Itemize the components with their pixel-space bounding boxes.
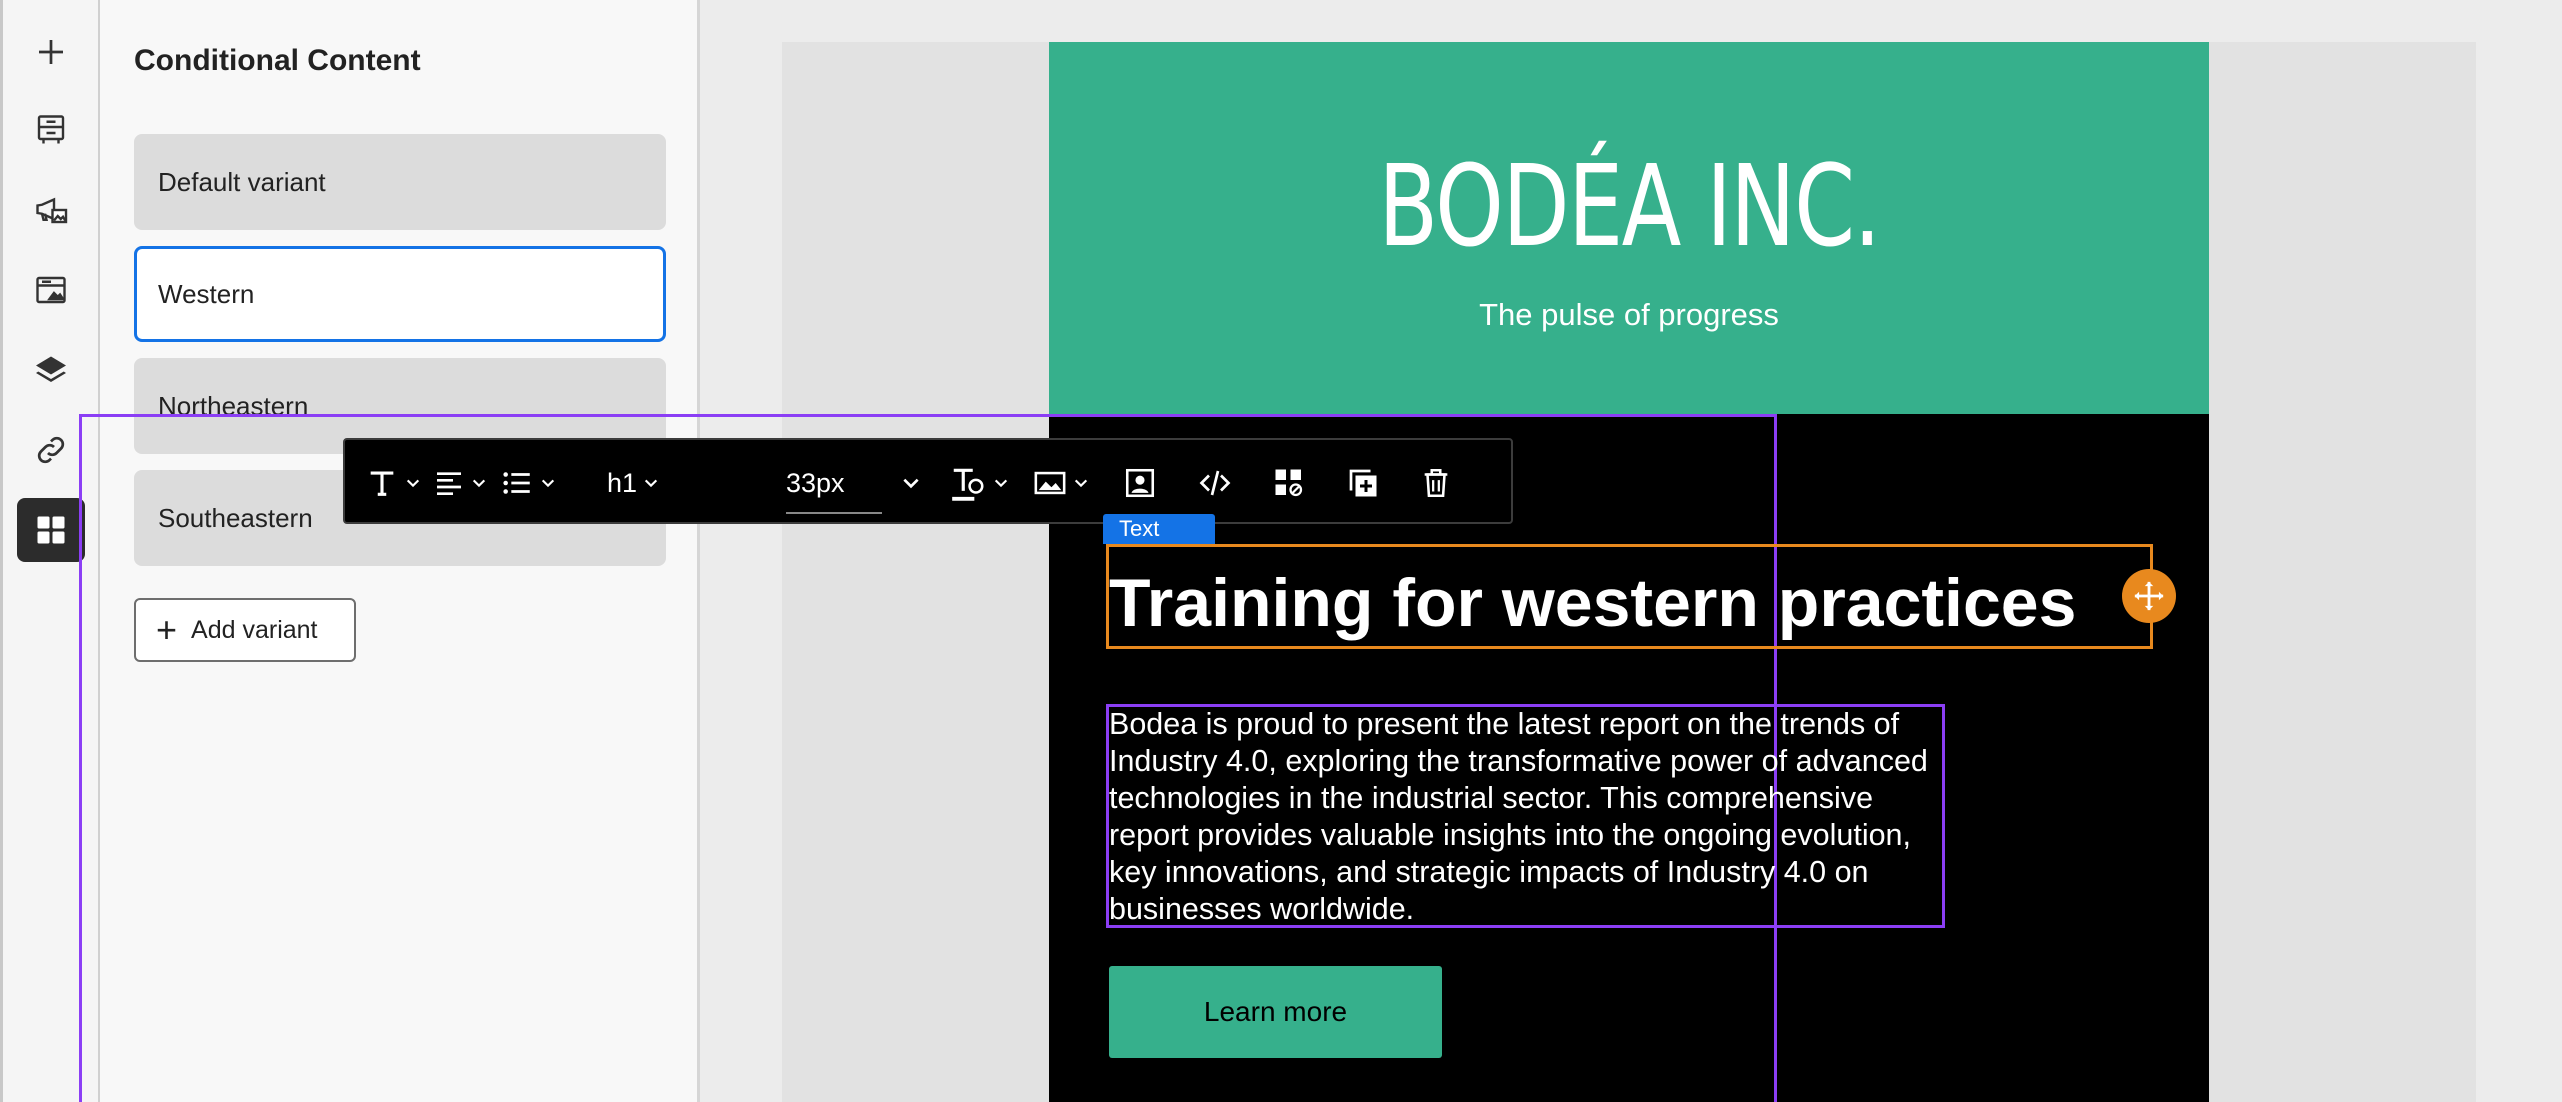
learn-more-button[interactable]: Learn more — [1109, 966, 1442, 1058]
chevron-down-icon — [1074, 479, 1088, 488]
chevron-down-icon — [994, 479, 1008, 488]
align-left-icon — [437, 472, 461, 495]
structure-icon[interactable] — [17, 98, 85, 162]
add-icon[interactable] — [17, 20, 85, 84]
panel-title: Conditional Content — [134, 44, 421, 77]
personalization-icon — [1125, 468, 1155, 498]
component-type-badge: Text — [1103, 514, 1215, 544]
email-body-text[interactable]: Bodea is proud to present the latest rep… — [1109, 706, 1944, 928]
text-style-dropdown[interactable] — [365, 440, 421, 526]
chevron-down-icon — [644, 479, 658, 488]
list-icon — [503, 472, 530, 494]
conditional-content-button[interactable] — [1271, 440, 1307, 526]
trash-icon — [1424, 468, 1448, 498]
delete-button[interactable] — [1419, 440, 1453, 526]
font-size-dropdown[interactable] — [901, 440, 921, 526]
font-size-underline — [786, 512, 882, 514]
component-badge-label: Text — [1119, 516, 1160, 541]
chevron-down-icon — [472, 479, 486, 488]
conditional-content-icon[interactable] — [17, 498, 85, 562]
variant-label: Default variant — [158, 166, 326, 197]
cta-label: Learn more — [1203, 996, 1348, 1027]
chevron-down-icon — [903, 478, 919, 489]
layers-icon[interactable] — [17, 338, 85, 402]
duplicate-icon — [1349, 469, 1377, 497]
chevron-down-icon — [541, 479, 555, 488]
variant-western[interactable]: Western — [134, 246, 666, 342]
duplicate-button[interactable] — [1345, 440, 1381, 526]
image-dropdown[interactable] — [1033, 440, 1089, 526]
text-icon — [370, 471, 394, 496]
email-heading[interactable]: Training for western practices — [1109, 564, 2149, 642]
campaign-assets-icon[interactable] — [17, 178, 85, 242]
chevron-down-icon — [406, 479, 420, 488]
email-header[interactable]: BODÉA INC. The pulse of progress — [1049, 42, 2209, 414]
variant-default[interactable]: Default variant — [134, 134, 666, 230]
align-dropdown[interactable] — [433, 440, 487, 526]
links-icon[interactable] — [17, 418, 85, 482]
conditional-content-icon — [1275, 469, 1303, 497]
image-icon — [1034, 471, 1066, 495]
code-icon — [1199, 470, 1231, 496]
brand-logo: BODÉA INC. — [1378, 142, 1881, 272]
text-color-dropdown[interactable] — [949, 440, 1009, 526]
tagline: The pulse of progress — [1479, 297, 1779, 332]
font-size-value: 33px — [786, 467, 845, 498]
list-dropdown[interactable] — [500, 440, 556, 526]
text-color-icon — [952, 468, 984, 501]
fragments-icon[interactable] — [17, 258, 85, 322]
move-handle-icon[interactable] — [2122, 569, 2176, 623]
text-formatting-toolbar: h1 33px — [343, 438, 1513, 524]
variant-label: Western — [158, 278, 255, 309]
heading-level-dropdown[interactable]: h1 — [607, 440, 659, 526]
heading-level-value: h1 — [607, 467, 638, 498]
